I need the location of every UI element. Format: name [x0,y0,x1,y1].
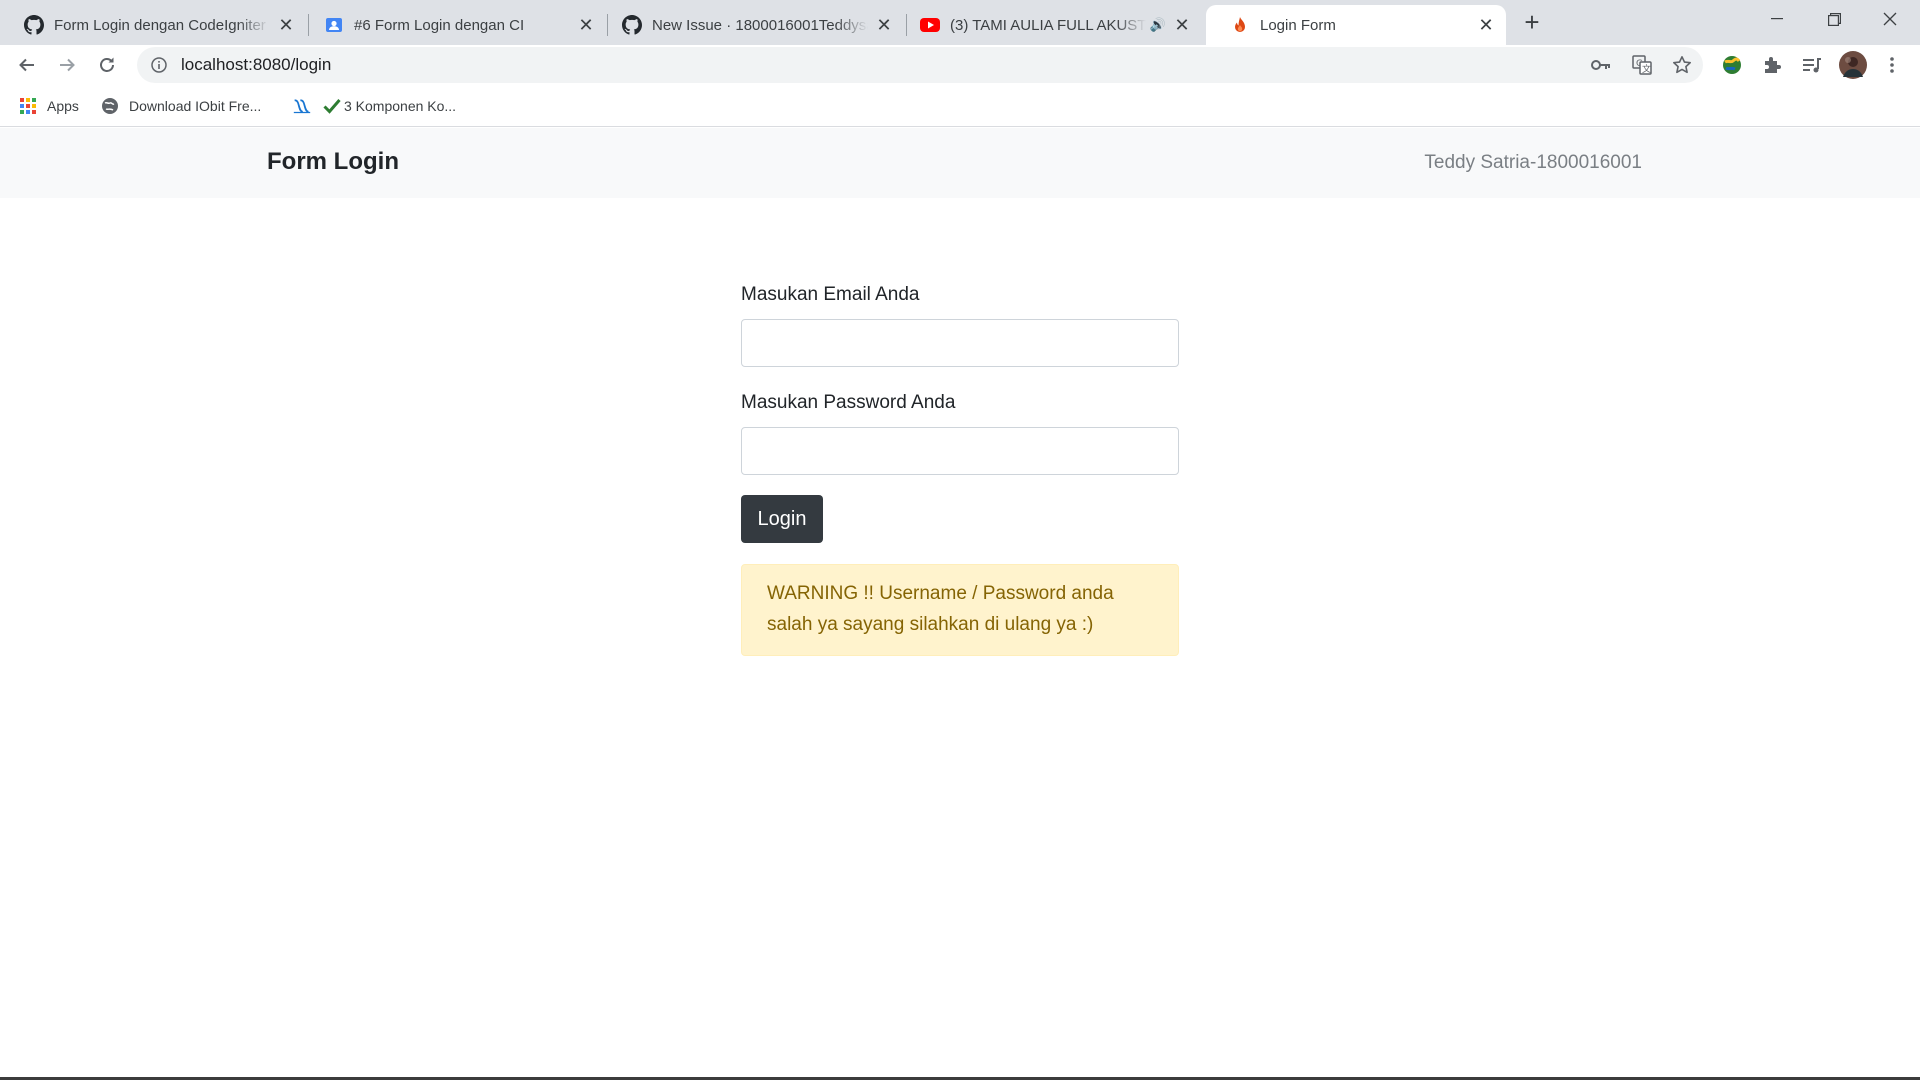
bookmark-label: Download IObit Fre... [129,98,262,114]
forward-arrow-icon[interactable] [51,49,83,81]
avatar[interactable] [1838,50,1868,80]
close-tab-icon[interactable]: ✕ [576,15,596,35]
navbar-brand[interactable]: Form Login [267,148,399,176]
password-field[interactable] [741,427,1179,475]
close-tab-icon[interactable]: ✕ [276,15,296,35]
close-tab-icon[interactable]: ✕ [1172,15,1192,35]
site-logo-icon [293,97,311,115]
warning-alert: WARNING !! Username / Password anda sala… [741,564,1179,656]
back-arrow-icon[interactable] [11,49,43,81]
url-text: localhost:8080/login [181,55,332,74]
reload-icon[interactable] [91,49,123,81]
browser-toolbar: localhost:8080/login G文 [0,45,1920,85]
address-bar[interactable]: localhost:8080/login [137,47,1703,83]
svg-text:文: 文 [1642,63,1651,75]
translate-icon[interactable]: G文 [1628,51,1656,79]
tab-title: New Issue · 1800016001Teddysatria [652,16,868,34]
email-field[interactable] [741,319,1179,367]
tab-youtube[interactable]: (3) TAMI AULIA FULL AKUSTIK 🔊 ✕ [896,5,1202,45]
tab-title: (3) TAMI AULIA FULL AKUSTIK [950,16,1146,34]
globe-icon [101,97,119,115]
browser-tab-strip: Form Login dengan CodeIgniter 4 ✕ #6 For… [0,0,1920,45]
password-label: Masukan Password Anda [741,392,956,413]
youtube-icon [920,15,940,35]
github-icon [622,15,642,35]
login-form: Masukan Email Anda Masukan Password Anda… [741,280,1179,656]
star-icon[interactable] [1668,51,1696,79]
bookmarks-bar: Apps Download IObit Fre... 3 Komponen Ko… [0,85,1920,127]
bookmark-iobit[interactable]: Download IObit Fre... [101,93,261,119]
navbar-user-text: Teddy Satria-1800016001 [1424,152,1642,173]
close-tab-icon[interactable]: ✕ [1476,15,1496,35]
bookmark-komponen[interactable]: 3 Komponen Ko... [323,93,456,119]
tab-form-login-codeigniter[interactable]: Form Login dengan CodeIgniter 4 ✕ [0,5,306,45]
tab-title: #6 Form Login dengan CI [354,16,525,34]
bookmark-apps[interactable]: Apps [19,93,79,119]
flame-icon [1230,15,1250,35]
page-navbar: Form Login Teddy Satria-1800016001 [0,128,1920,198]
github-icon [24,15,44,35]
close-tab-icon[interactable]: ✕ [874,15,894,35]
contact-icon [324,15,344,35]
login-button[interactable]: Login [741,495,823,543]
close-window-icon[interactable] [1862,0,1918,38]
tab-title: Login Form [1260,16,1336,34]
apps-grid-icon [19,97,37,115]
tab-new-issue[interactable]: New Issue · 1800016001Teddysatria ✕ [598,5,904,45]
tab-title: Form Login dengan CodeIgniter 4 [54,16,270,34]
tab-login-form[interactable]: Login Form ✕ [1206,5,1506,45]
checkmark-icon [323,97,341,115]
new-tab-icon[interactable]: + [1518,7,1546,37]
minimize-icon[interactable] [1749,0,1805,38]
bookmark-site[interactable] [293,93,315,119]
speaker-icon[interactable]: 🔊 [1150,17,1166,33]
restore-icon[interactable] [1806,0,1862,38]
info-icon[interactable] [149,55,169,75]
key-icon[interactable] [1587,51,1615,79]
media-queue-icon[interactable] [1798,51,1826,79]
bookmark-label: 3 Komponen Ko... [344,98,457,114]
puzzle-extensions-icon[interactable] [1758,51,1786,79]
extension-globe-icon[interactable] [1718,51,1746,79]
kebab-menu-icon[interactable] [1878,51,1906,79]
bookmark-label: Apps [47,98,79,114]
email-label: Masukan Email Anda [741,284,920,305]
tab-form-login-ci[interactable]: #6 Form Login dengan CI ✕ [300,5,606,45]
